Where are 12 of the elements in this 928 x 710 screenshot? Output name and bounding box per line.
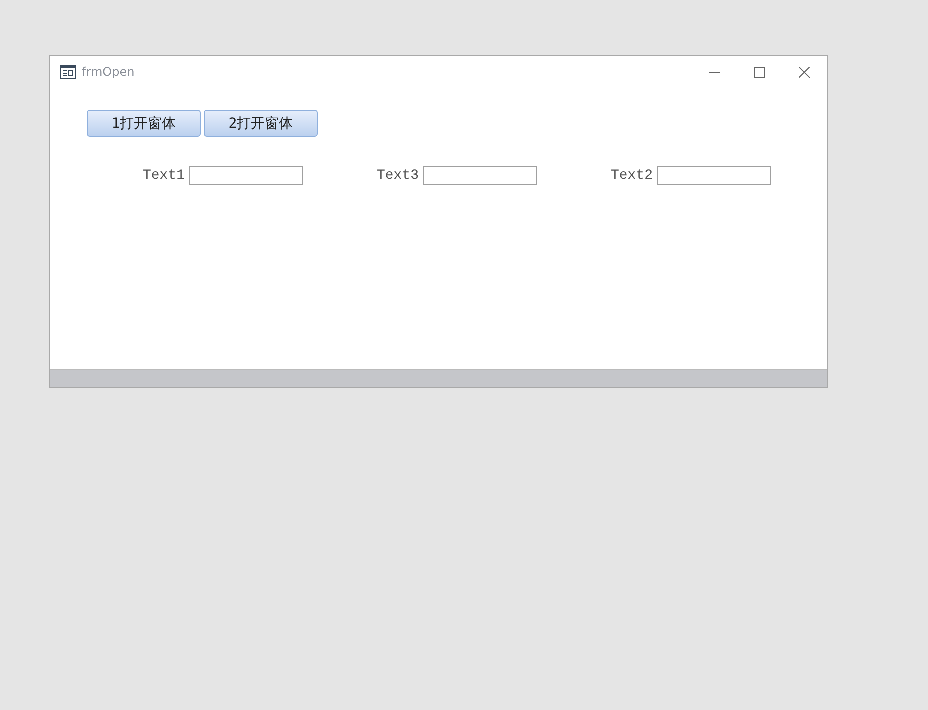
form-icon: [60, 65, 76, 79]
field-label: Text2: [610, 168, 653, 184]
window-title: frmOpen: [82, 65, 135, 79]
text-field[interactable]: [189, 166, 303, 185]
open-form-button[interactable]: 1打开窗体: [87, 110, 201, 137]
text-field[interactable]: [657, 166, 771, 185]
maximize-icon: [754, 66, 765, 78]
field-label: Text3: [376, 168, 419, 184]
field-label: Text1: [142, 168, 185, 184]
close-icon: [799, 66, 810, 78]
text-field[interactable]: [423, 166, 537, 185]
open-form-button[interactable]: 2打开窗体: [204, 110, 318, 137]
